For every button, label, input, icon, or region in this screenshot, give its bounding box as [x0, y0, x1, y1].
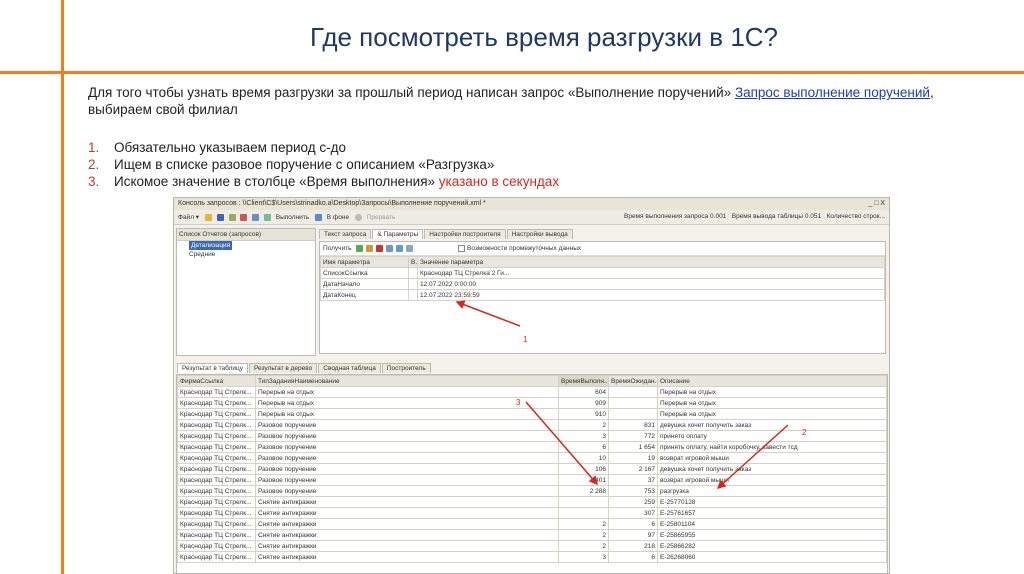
annotation-overlay: 1 2 3: [455, 300, 807, 490]
arrow-3: [525, 401, 598, 486]
arrow-1: [455, 300, 521, 327]
arrow-2: [716, 424, 789, 490]
annotation-label-1: 1: [523, 335, 528, 344]
annotation-label-2: 2: [802, 428, 807, 437]
annotation-label-3: 3: [516, 398, 521, 407]
